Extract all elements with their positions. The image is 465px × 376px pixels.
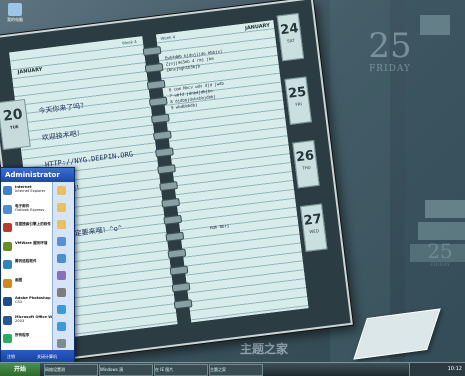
desktop-icon-my-computer[interactable]: 我的电脑 [2, 3, 28, 22]
start-button[interactable]: 开始 [0, 363, 40, 376]
background-weekday: FRIDAY [369, 64, 411, 74]
taskbar-button[interactable]: 网络设置测 [44, 364, 98, 376]
start-menu-item-subtitle: CS3 [15, 300, 23, 305]
logoff-button[interactable]: 注销 [7, 354, 15, 360]
printers-icon[interactable] [57, 288, 66, 297]
desktop-icon-label: 我的电脑 [7, 17, 23, 22]
start-menu-item-text: Internet Internet Explorer [15, 185, 45, 194]
help-icon[interactable] [57, 305, 66, 314]
word-icon [3, 315, 12, 325]
paint-icon [3, 278, 12, 288]
background-day-small: 25 [427, 239, 453, 263]
start-menu-item-text: 百度搜索引擎上的软件 [15, 222, 51, 226]
pictures-icon[interactable] [57, 203, 66, 212]
start-menu-item-text: VMWare 服务环境 [15, 241, 47, 245]
start-menu-item-title: 百度搜索引擎上的软件 [15, 222, 51, 226]
tab-day: 24 [279, 21, 300, 39]
start-menu-item-title: 画图 [15, 277, 23, 282]
background-day: 25 [368, 26, 412, 66]
start-menu-item[interactable]: 电子邮件 Outlook Express [3, 203, 51, 217]
all-programs-icon [3, 334, 12, 343]
start-menu-pinned: Internet Internet Explorer 电子邮件 Outlook Exp… [1, 182, 59, 350]
tencent-icon [3, 260, 12, 269]
start-menu-item-text: 电子邮件 Outlook Express [15, 204, 44, 213]
background-date: 25 FRIDAY [355, 28, 425, 74]
start-menu-places [52, 182, 74, 350]
start-menu-item[interactable]: 腾讯远程软件 [3, 258, 51, 272]
music-icon[interactable] [57, 220, 66, 229]
shutdown-button[interactable]: 关闭计算机 [37, 354, 57, 360]
taskbar: 开始 网络设置测 Windows 演 在 IE 图片 主题之家 10:12 [0, 362, 465, 376]
vmware-icon [3, 241, 12, 251]
taskbar-button[interactable]: Windows 演 [99, 364, 153, 376]
start-menu-user: Administrator [1, 168, 74, 182]
start-menu[interactable]: Administrator Internet Internet Explorer 电… [0, 167, 75, 365]
start-menu-item-subtitle: Internet Explorer [15, 189, 46, 194]
start-menu-item[interactable]: Adobe Photoshop CS3 [3, 295, 51, 309]
start-menu-item-text: 所有程序 [15, 333, 29, 337]
start-menu-item[interactable]: 百度搜索引擎上的软件 [3, 221, 51, 235]
taskbar-button[interactable]: 在 IE 图片 [154, 364, 208, 376]
watermark: 主题之家 [240, 342, 289, 356]
run-icon[interactable] [57, 339, 66, 348]
background-weekday-small: FRIDAY [430, 262, 450, 268]
start-menu-item-title: 腾讯远程软件 [15, 259, 37, 263]
computer-icon[interactable] [57, 237, 66, 246]
network-icon[interactable] [57, 254, 66, 263]
tab-day: 25 [287, 84, 308, 102]
tab-day: 26 [295, 148, 315, 166]
background-date-small: 25 FRIDAY [420, 240, 460, 268]
right-month: JANUARY [244, 22, 271, 32]
start-menu-item[interactable]: 所有程序 [3, 332, 51, 346]
photoshop-icon [3, 297, 12, 306]
start-menu-item[interactable]: Internet Internet Explorer [3, 184, 51, 198]
bottom-note: Hdh 8brj [209, 223, 230, 231]
documents-icon[interactable] [57, 186, 66, 195]
right-week: Week 4 [160, 34, 176, 41]
start-menu-item-subtitle: Outlook Express [15, 207, 45, 212]
left-month: JANUARY [17, 66, 43, 76]
start-menu-item[interactable]: VMWare 服务环境 [3, 240, 51, 254]
internet-explorer-icon [3, 186, 12, 195]
search-icon[interactable] [57, 322, 66, 331]
tab-day: 20 [2, 106, 24, 125]
outlook-express-icon [3, 204, 12, 214]
start-menu-item[interactable]: Microsoft Office Word 2003 [3, 314, 59, 328]
clock: 10:12 [447, 366, 462, 372]
taskbar-button[interactable]: 主题之家 [209, 364, 263, 376]
baidu-icon [3, 223, 12, 232]
start-menu-item[interactable]: 画图 [3, 277, 51, 291]
tab-day: 27 [302, 211, 323, 229]
start-menu-item-text: 画图 [15, 278, 22, 282]
start-menu-item-title: VMWare 服务环境 [15, 240, 48, 245]
note-line: 一定要来哦！^o^ [67, 224, 123, 239]
start-menu-item-text: 腾讯远程软件 [15, 259, 37, 263]
start-menu-item-title: 所有程序 [15, 333, 30, 337]
note-line: 今天你来了吗？ [38, 101, 88, 116]
note-line: 欢迎技术吧！ [41, 129, 85, 143]
bg-panel [418, 222, 465, 240]
right-notes: Ewh4dWb bjdnjjj4e Whbjxj Zjnjj4e3eb 4 rm… [165, 49, 229, 112]
bg-panel [425, 200, 465, 218]
my-computer-icon [8, 3, 22, 16]
start-menu-item-text: Adobe Photoshop CS3 [15, 296, 51, 305]
control-panel-icon[interactable] [57, 271, 66, 280]
system-tray: 10:12 [409, 363, 465, 376]
left-week: Week 4 [121, 38, 138, 46]
